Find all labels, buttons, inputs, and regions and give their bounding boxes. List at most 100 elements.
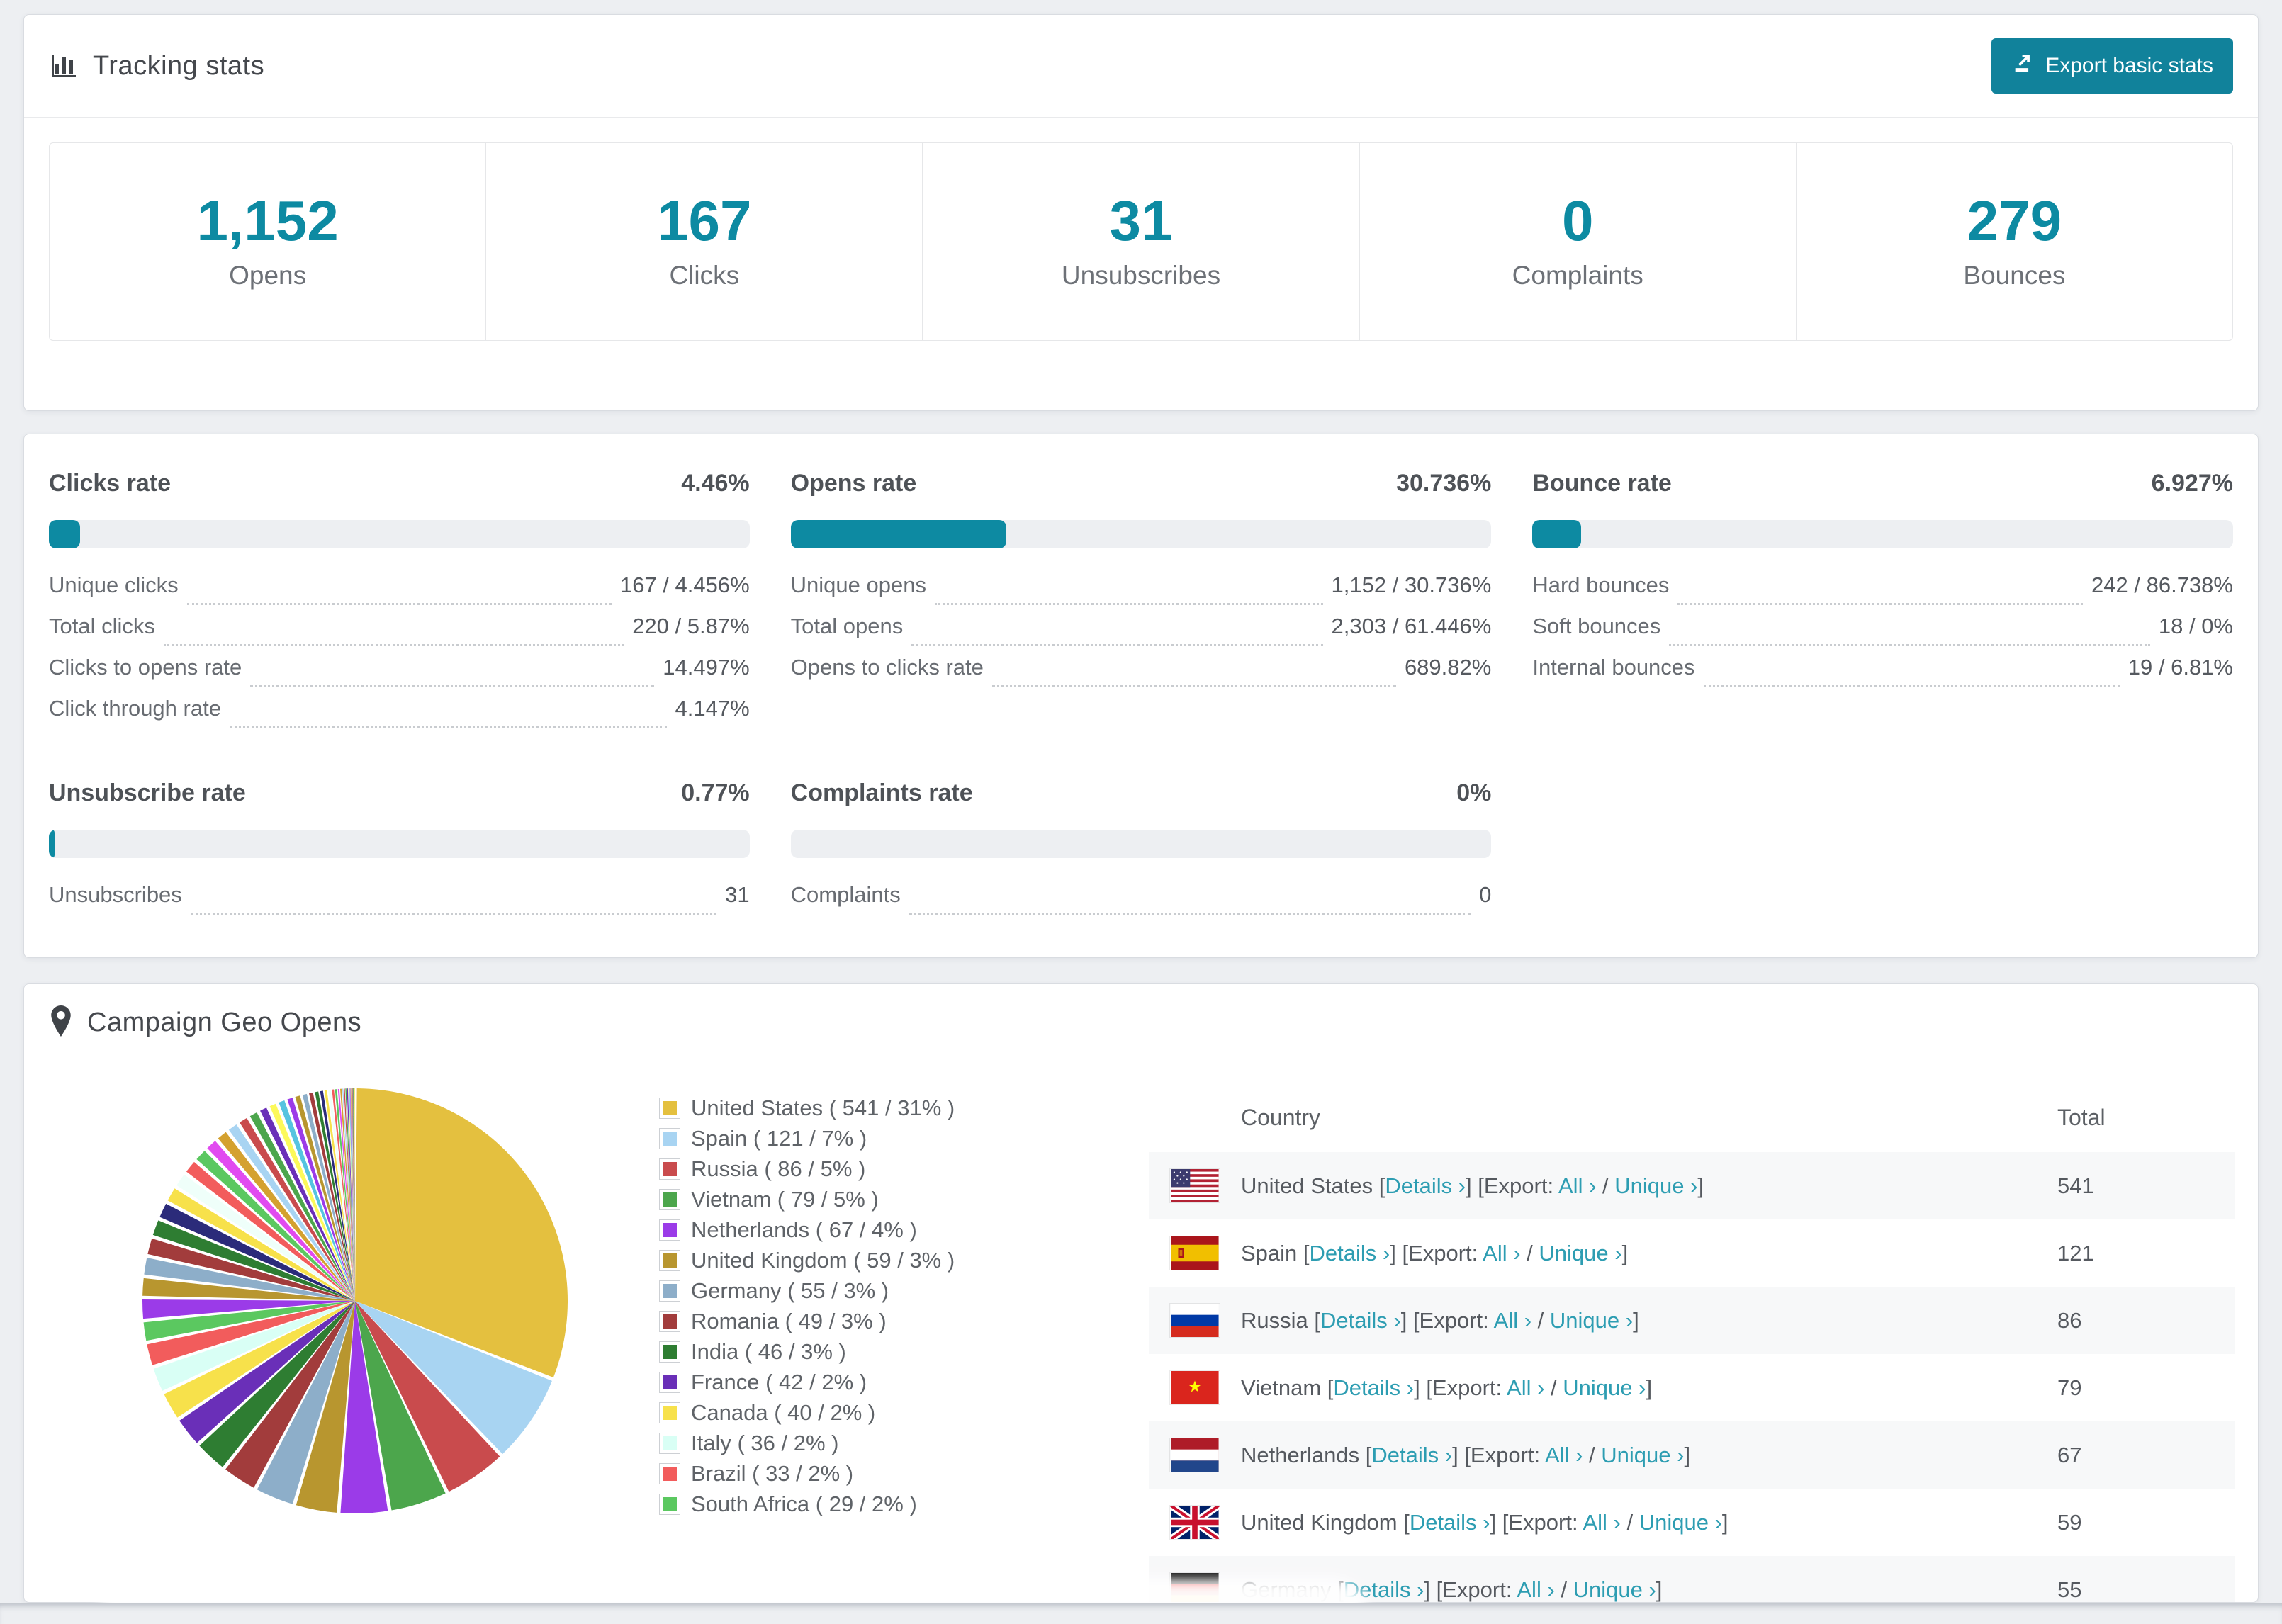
rate-detail-row: Unsubscribes 31 [49, 882, 750, 923]
country-cell: Russia [Details ›] [Export: All › / Uniq… [1241, 1307, 1639, 1333]
stat-value: 31 [1109, 189, 1173, 252]
country-cell: Vietnam [Details ›] [Export: All › / Uni… [1241, 1375, 1653, 1400]
export-unique-link[interactable]: Unique › [1573, 1577, 1656, 1602]
rate-detail-label: Clicks to opens rate [49, 655, 242, 680]
summary-stats-row: 1,152 Opens 167 Clicks 31 Unsubscribes 0… [49, 142, 2233, 341]
export-all-link[interactable]: All › [1483, 1241, 1520, 1265]
table-row: Netherlands [Details ›] [Export: All › /… [1149, 1421, 2235, 1489]
tracking-stats-card: Tracking stats Export basic stats 1,152 … [23, 14, 2259, 411]
dotted-leader [229, 726, 667, 728]
rate-title: Opens rate [790, 470, 917, 497]
rate-detail-label: Unique opens [790, 573, 926, 597]
legend-label: Netherlands ( 67 / 4% ) [691, 1217, 917, 1242]
stat-box: 0 Complaints [1360, 143, 1797, 340]
export-unique-link[interactable]: Unique › [1601, 1443, 1684, 1467]
total-cell: 59 [2057, 1509, 2082, 1535]
dotted-leader [909, 913, 1471, 915]
total-cell: 67 [2057, 1442, 2082, 1467]
total-cell: 55 [2057, 1577, 2082, 1602]
export-unique-link[interactable]: Unique › [1563, 1375, 1646, 1400]
rate-progress-track [1532, 520, 2233, 548]
bar-chart-icon [49, 50, 79, 83]
stat-box: 31 Unsubscribes [923, 143, 1360, 340]
legend-label: Canada ( 40 / 2% ) [691, 1399, 876, 1425]
legend-swatch [660, 1463, 680, 1484]
dotted-leader [1677, 603, 2084, 605]
rate-detail-row: Unique clicks 167 / 4.456% [49, 573, 750, 614]
legend-item: Germany ( 55 / 3% ) [660, 1275, 955, 1306]
export-all-link[interactable]: All › [1583, 1510, 1620, 1535]
rate-value: 6.927% [2151, 470, 2233, 497]
legend-item: Romania ( 49 / 3% ) [660, 1306, 955, 1336]
rate-detail-row: Soft bounces 18 / 0% [1532, 614, 2233, 655]
legend-item: South Africa ( 29 / 2% ) [660, 1489, 955, 1519]
rate-detail-value: 18 / 0% [2158, 614, 2233, 638]
details-link[interactable]: Details › [1385, 1173, 1466, 1198]
stat-value: 0 [1561, 189, 1594, 252]
stat-label: Bounces [1963, 261, 2066, 290]
dotted-leader [163, 644, 624, 646]
export-all-link[interactable]: All › [1558, 1173, 1596, 1198]
legend-label: Brazil ( 33 / 2% ) [691, 1460, 854, 1486]
rate-progress-fill [1532, 520, 1581, 548]
rate-detail-label: Total opens [790, 614, 904, 638]
country-cell: United Kingdom [Details ›] [Export: All … [1241, 1509, 1729, 1535]
rate-progress-track [49, 520, 750, 548]
geo-table: Country Total United States [Details ›] … [1149, 1061, 2235, 1602]
table-row: Russia [Details ›] [Export: All › / Uniq… [1149, 1287, 2235, 1354]
stat-value: 1,152 [196, 189, 339, 252]
geo-content: United States ( 541 / 31% ) Spain ( 121 … [24, 1061, 2258, 1602]
legend-label: United States ( 541 / 31% ) [691, 1095, 955, 1120]
export-all-link[interactable]: All › [1545, 1443, 1583, 1467]
rate-detail-label: Unique clicks [49, 573, 179, 597]
rate-detail-value: 167 / 4.456% [619, 573, 750, 597]
rate-detail-label: Internal bounces [1532, 655, 1695, 680]
export-all-link[interactable]: All › [1517, 1577, 1554, 1602]
legend-item: Canada ( 40 / 2% ) [660, 1397, 955, 1428]
export-all-link[interactable]: All › [1507, 1375, 1544, 1400]
legend-swatch [660, 1311, 680, 1331]
rate-detail-label: Complaints [790, 882, 901, 907]
legend-item: Italy ( 36 / 2% ) [660, 1428, 955, 1458]
table-row: United States [Details ›] [Export: All ›… [1149, 1152, 2235, 1219]
rate-progress-track [49, 830, 750, 858]
country-flag-icon [1170, 1169, 1220, 1202]
map-marker-icon [49, 1005, 73, 1040]
rate-title: Unsubscribe rate [49, 779, 246, 806]
export-unique-link[interactable]: Unique › [1539, 1241, 1621, 1265]
rate-value: 0.77% [681, 779, 750, 806]
table-row: United Kingdom [Details ›] [Export: All … [1149, 1489, 2235, 1556]
dotted-leader [250, 685, 655, 687]
details-link[interactable]: Details › [1310, 1241, 1390, 1265]
legend-swatch [660, 1494, 680, 1514]
export-unique-link[interactable]: Unique › [1614, 1173, 1697, 1198]
export-unique-link[interactable]: Unique › [1550, 1308, 1633, 1333]
stat-label: Opens [229, 261, 307, 290]
export-all-link[interactable]: All › [1494, 1308, 1531, 1333]
details-link[interactable]: Details › [1410, 1510, 1490, 1535]
legend-swatch [660, 1158, 680, 1179]
column-header-total: Total [2057, 1104, 2106, 1130]
rate-panel: Opens rate 30.736% Unique opens 1,152 / … [790, 470, 1492, 737]
rate-detail-row: Total clicks 220 / 5.87% [49, 614, 750, 655]
export-unique-link[interactable]: Unique › [1639, 1510, 1722, 1535]
rate-title: Bounce rate [1532, 470, 1672, 497]
rate-panel: Clicks rate 4.46% Unique clicks 167 / 4.… [49, 470, 750, 737]
rate-detail-row: Internal bounces 19 / 6.81% [1532, 655, 2233, 696]
details-link[interactable]: Details › [1320, 1308, 1401, 1333]
legend-label: South Africa ( 29 / 2% ) [691, 1491, 917, 1516]
details-link[interactable]: Details › [1333, 1375, 1414, 1400]
export-basic-stats-button[interactable]: Export basic stats [1991, 38, 2233, 94]
rate-progress-fill [790, 520, 1006, 548]
dotted-leader [991, 685, 1396, 687]
rate-progress-track [790, 830, 1492, 858]
country-flag-icon [1170, 1304, 1220, 1337]
country-cell: Spain [Details ›] [Export: All › / Uniqu… [1241, 1240, 1629, 1265]
rate-detail-row: Unique opens 1,152 / 30.736% [790, 573, 1491, 614]
pie-slice [355, 1088, 568, 1378]
rate-panel: Bounce rate 6.927% Hard bounces 242 / 86… [1532, 470, 2233, 737]
legend-label: United Kingdom ( 59 / 3% ) [691, 1247, 955, 1273]
details-link[interactable]: Details › [1371, 1443, 1452, 1467]
legend-item: United States ( 541 / 31% ) [660, 1093, 955, 1123]
pie-legend: United States ( 541 / 31% ) Spain ( 121 … [660, 1093, 955, 1519]
